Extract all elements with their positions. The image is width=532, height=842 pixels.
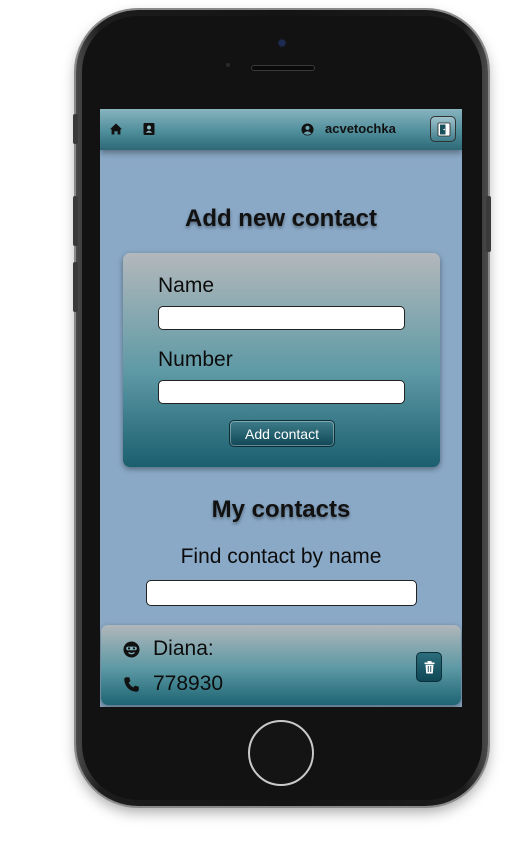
- earpiece-speaker: [251, 65, 315, 71]
- mute-switch: [73, 114, 78, 144]
- number-input[interactable]: [158, 380, 405, 404]
- home-button[interactable]: [248, 720, 314, 786]
- logout-button[interactable]: [430, 116, 456, 142]
- phone-icon: [124, 677, 139, 692]
- volume-down-button: [73, 262, 78, 312]
- filter-label: Find contact by name: [180, 545, 382, 568]
- logout-door-icon: [437, 122, 451, 137]
- add-contact-form: Name Number Add contact: [123, 253, 440, 467]
- contact-list-item: Diana: 778930: [101, 625, 461, 705]
- app-header: acvetochka: [100, 109, 462, 150]
- filter-input[interactable]: [146, 580, 417, 606]
- app-screen: acvetochka Add new contact Name Number A…: [100, 109, 462, 707]
- proximity-sensor: [226, 63, 230, 67]
- contacts-title: My contacts: [211, 496, 351, 523]
- username-label: acvetochka: [325, 121, 396, 136]
- name-field-label: Name: [158, 274, 215, 297]
- add-contact-title: Add new contact: [184, 205, 377, 232]
- front-camera: [279, 40, 285, 46]
- contact-number: 778930: [153, 672, 224, 695]
- face-icon: [123, 641, 140, 658]
- power-button: [486, 196, 491, 252]
- add-contact-button[interactable]: Add contact: [229, 420, 335, 447]
- home-icon[interactable]: [109, 122, 123, 136]
- number-field-label: Number: [158, 348, 233, 371]
- contacts-book-icon[interactable]: [142, 122, 156, 136]
- volume-up-button: [73, 196, 78, 246]
- name-input[interactable]: [158, 306, 405, 330]
- user-circle-icon: [301, 123, 314, 136]
- contact-name: Diana:: [153, 637, 214, 660]
- delete-contact-button[interactable]: [416, 652, 442, 682]
- trash-icon: [424, 661, 435, 674]
